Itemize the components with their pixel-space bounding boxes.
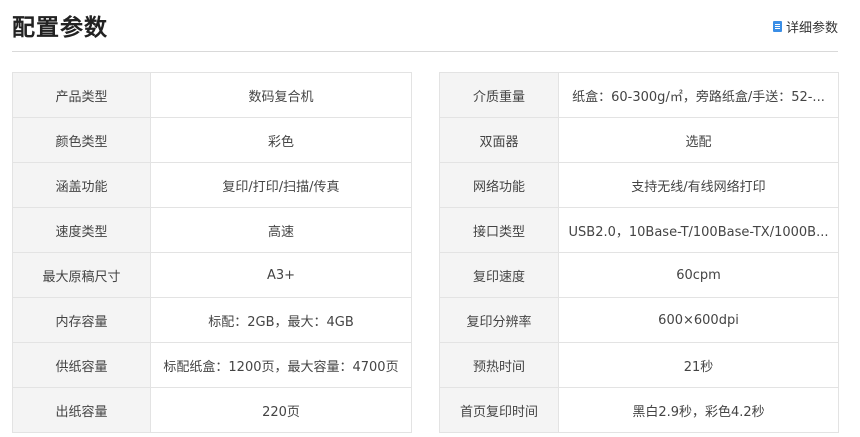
spec-value: 复印/打印/扫描/传真: [150, 162, 412, 208]
spec-value: 标配纸盒：1200页，最大容量：4700页: [150, 342, 412, 388]
spec-value: 选配: [558, 117, 839, 163]
spec-value: 600×600dpi: [558, 297, 839, 343]
spec-value: 21秒: [558, 342, 839, 388]
spec-label: 最大原稿尺寸: [12, 252, 151, 298]
spec-label: 网络功能: [439, 162, 559, 208]
spec-row: 预热时间 21秒: [439, 342, 839, 388]
spec-row: 复印分辨率 600×600dpi: [439, 297, 839, 343]
detail-params-link[interactable]: 详细参数: [772, 17, 838, 36]
spec-label: 接口类型: [439, 207, 559, 253]
spec-value: USB2.0，10Base-T/100Base-TX/1000B...: [558, 207, 839, 253]
spec-label: 首页复印时间: [439, 387, 559, 433]
spec-row: 介质重量 纸盒：60-300g/㎡，旁路纸盒/手送：52-...: [439, 72, 839, 118]
spec-row: 供纸容量 标配纸盒：1200页，最大容量：4700页: [12, 342, 412, 388]
spec-value: 支持无线/有线网络打印: [558, 162, 839, 208]
spec-label: 速度类型: [12, 207, 151, 253]
spec-value: A3+: [150, 252, 412, 298]
spec-row: 出纸容量 220页: [12, 387, 412, 433]
spec-row: 涵盖功能 复印/打印/扫描/传真: [12, 162, 412, 208]
detail-params-label: 详细参数: [785, 21, 838, 36]
spec-row: 速度类型 高速: [12, 207, 412, 253]
spec-label: 涵盖功能: [12, 162, 151, 208]
spec-value: 220页: [150, 387, 412, 433]
spec-row: 接口类型 USB2.0，10Base-T/100Base-TX/1000B...: [439, 207, 839, 253]
page-title: 配置参数: [12, 15, 108, 41]
page-header: 配置参数 详细参数: [12, 0, 838, 52]
spec-value: 标配：2GB，最大：4GB: [150, 297, 412, 343]
spec-row: 首页复印时间 黑白2.9秒，彩色4.2秒: [439, 387, 839, 433]
spec-row: 最大原稿尺寸 A3+: [12, 252, 412, 298]
spec-row: 产品类型 数码复合机: [12, 72, 412, 118]
spec-value: 60cpm: [558, 252, 839, 298]
spec-label: 产品类型: [12, 72, 151, 118]
spec-value: 纸盒：60-300g/㎡，旁路纸盒/手送：52-...: [558, 72, 839, 118]
spec-row: 内存容量 标配：2GB，最大：4GB: [12, 297, 412, 343]
spec-row: 复印速度 60cpm: [439, 252, 839, 298]
document-icon: [772, 21, 782, 32]
spec-label: 出纸容量: [12, 387, 151, 433]
spec-label: 介质重量: [439, 72, 559, 118]
spec-label: 颜色类型: [12, 117, 151, 163]
spec-label: 复印分辨率: [439, 297, 559, 343]
spec-label: 预热时间: [439, 342, 559, 388]
spec-row: 双面器 选配: [439, 117, 839, 163]
spec-label: 供纸容量: [12, 342, 151, 388]
spec-value: 黑白2.9秒，彩色4.2秒: [558, 387, 839, 433]
spec-label: 复印速度: [439, 252, 559, 298]
spec-table-left: 产品类型 数码复合机 颜色类型 彩色 涵盖功能 复印/打印/扫描/传真 速度类型…: [12, 72, 412, 433]
spec-label: 双面器: [439, 117, 559, 163]
spec-row: 网络功能 支持无线/有线网络打印: [439, 162, 839, 208]
spec-value: 高速: [150, 207, 412, 253]
spec-table-right: 介质重量 纸盒：60-300g/㎡，旁路纸盒/手送：52-... 双面器 选配 …: [439, 72, 839, 433]
spec-value: 数码复合机: [150, 72, 412, 118]
spec-row: 颜色类型 彩色: [12, 117, 412, 163]
spec-value: 彩色: [150, 117, 412, 163]
spec-label: 内存容量: [12, 297, 151, 343]
